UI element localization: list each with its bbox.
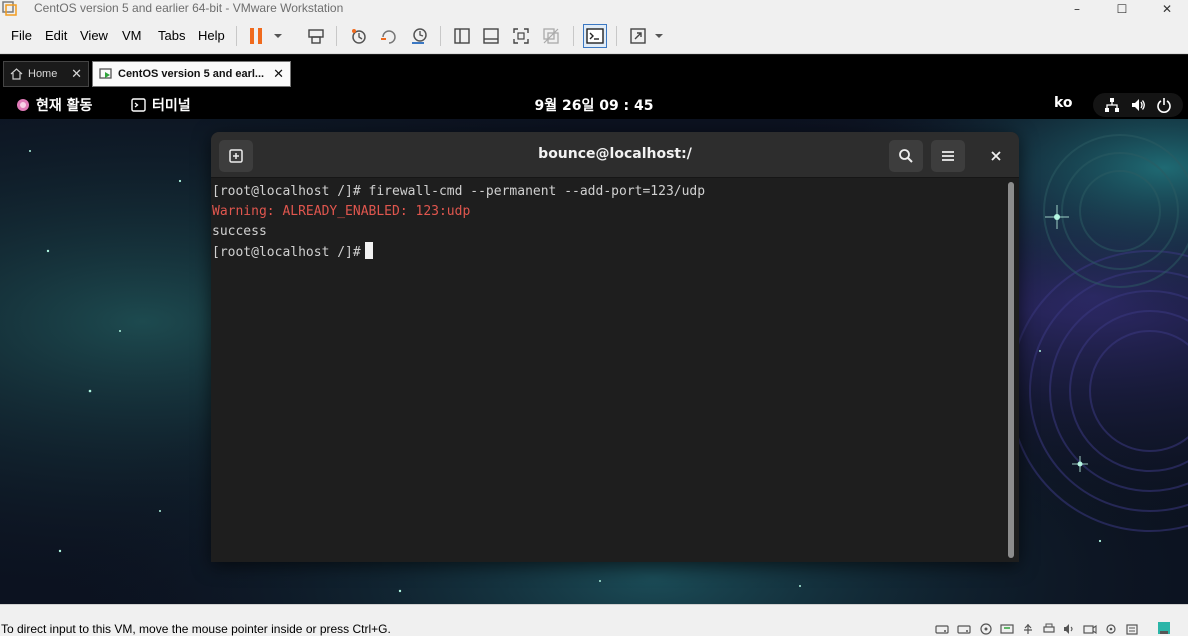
main-menu-button[interactable]: [931, 140, 965, 172]
tab-label: Home: [28, 68, 58, 80]
unity-button[interactable]: [539, 24, 563, 48]
terminal-output[interactable]: [root@localhost /]# firewall-cmd --perma…: [212, 182, 1002, 562]
close-icon: [991, 151, 1001, 161]
toolbar-divider: [336, 26, 337, 46]
stretch-dropdown[interactable]: [655, 34, 663, 38]
camera-icon[interactable]: [1083, 623, 1097, 635]
input-language-indicator[interactable]: ko: [1054, 95, 1073, 111]
printer-icon[interactable]: [1042, 623, 1056, 635]
volume-icon: [1132, 99, 1145, 111]
maximize-icon: ☐: [1116, 2, 1128, 16]
close-tab-icon[interactable]: ✕: [273, 66, 284, 82]
snapshot-manager-icon: [412, 28, 427, 44]
toolbar-divider: [573, 26, 574, 46]
console-view-button[interactable]: [583, 24, 607, 48]
console-view-icon: [586, 28, 604, 44]
snapshot-button[interactable]: [347, 24, 371, 48]
tab-label: CentOS version 5 and earl...: [118, 68, 265, 80]
minimize-icon: –: [1074, 2, 1080, 16]
library-icon: [454, 28, 470, 44]
send-ctrl-alt-del-button[interactable]: [304, 24, 328, 48]
stretch-guest-button[interactable]: [626, 24, 650, 48]
close-window-button[interactable]: ✕: [1144, 0, 1188, 18]
vm-guest-screen[interactable]: 현재 활동 터미널 9월 26일 09 : 45 ko bounce@local…: [0, 91, 1188, 604]
search-icon: [899, 149, 913, 163]
terminal-prompt-line: [root@localhost /]#: [212, 242, 1002, 262]
toolbar-divider: [236, 26, 237, 46]
pause-icon: [250, 28, 262, 44]
toolbar-divider: [616, 26, 617, 46]
snapshot-manager-button[interactable]: [407, 24, 431, 48]
snapshot-icon: [352, 29, 366, 44]
vm-icon: [99, 67, 112, 79]
revert-snapshot-button[interactable]: [377, 24, 401, 48]
window-title-bar: CentOS version 5 and earlier 64-bit - VM…: [0, 0, 1188, 18]
menu-edit[interactable]: Edit: [45, 28, 67, 43]
menu-tabs[interactable]: Tabs: [158, 28, 185, 43]
status-hint: To direct input to this VM, move the mou…: [1, 622, 391, 636]
network-adapter-icon[interactable]: [1000, 623, 1014, 635]
pause-dropdown[interactable]: [274, 34, 282, 38]
revert-snapshot-icon: [381, 30, 396, 44]
search-button[interactable]: [889, 140, 923, 172]
full-screen-icon: [513, 28, 529, 44]
text-cursor: [364, 242, 373, 259]
terminal-scrollbar[interactable]: [1008, 182, 1014, 558]
menu-view[interactable]: View: [80, 28, 108, 43]
power-icon: [1157, 98, 1171, 113]
usb-icon[interactable]: [1021, 623, 1035, 635]
display-icon[interactable]: [1104, 623, 1118, 635]
status-bar: To direct input to this VM, move the mou…: [0, 604, 1188, 636]
cd-dvd-icon[interactable]: [979, 623, 993, 635]
clock[interactable]: 9월 26일 09 : 45: [0, 95, 1188, 115]
home-icon: [10, 68, 23, 80]
terminal-header-bar[interactable]: bounce@localhost:/: [211, 132, 1019, 178]
tab-bar: Home ✕ CentOS version 5 and earl... ✕: [0, 55, 1188, 91]
minimize-button[interactable]: –: [1054, 0, 1100, 18]
terminal-line: [root@localhost /]# firewall-cmd --perma…: [212, 184, 706, 199]
toolbar-divider: [440, 26, 441, 46]
network-icon: [1105, 98, 1119, 112]
show-library-button[interactable]: [450, 24, 474, 48]
close-terminal-button[interactable]: [979, 140, 1013, 172]
pause-button[interactable]: [244, 24, 268, 48]
hamburger-menu-icon: [942, 151, 954, 161]
close-icon: ✕: [1161, 2, 1173, 16]
terminal-window[interactable]: bounce@localhost:/ [root@localhost /]# f…: [211, 132, 1019, 562]
window-title: CentOS version 5 and earlier 64-bit - VM…: [34, 1, 344, 15]
menu-toolbar: File Edit View VM Tabs Help: [0, 18, 1188, 54]
tab-home[interactable]: Home ✕: [3, 61, 89, 87]
terminal-prompt: [root@localhost /]#: [212, 245, 361, 260]
menu-vm[interactable]: VM: [122, 28, 142, 43]
close-tab-icon[interactable]: ✕: [71, 66, 82, 82]
gnome-top-bar: 현재 활동 터미널 9월 26일 09 : 45 ko: [0, 91, 1188, 119]
thumbnail-bar-button[interactable]: [479, 24, 503, 48]
system-menu[interactable]: [1093, 93, 1183, 117]
vmware-logo-icon: [2, 1, 17, 16]
vm-status-icon[interactable]: [1157, 621, 1171, 635]
stretch-icon: [630, 28, 646, 44]
tab-vm[interactable]: CentOS version 5 and earl... ✕: [92, 61, 291, 87]
menu-help[interactable]: Help: [198, 28, 225, 43]
menu-file[interactable]: File: [11, 28, 32, 43]
sound-icon[interactable]: [1062, 623, 1076, 635]
full-screen-button[interactable]: [509, 24, 533, 48]
hard-disk-icon[interactable]: [957, 623, 971, 635]
thumbnail-icon: [483, 28, 499, 44]
terminal-line: success: [212, 224, 267, 239]
unity-icon: [543, 28, 559, 44]
terminal-warning-line: Warning: ALREADY_ENABLED: 123:udp: [212, 204, 471, 219]
send-ctrl-alt-del-icon: [308, 29, 324, 44]
message-icon[interactable]: [1125, 623, 1139, 635]
maximize-button[interactable]: ☐: [1099, 0, 1145, 18]
hard-disk-icon[interactable]: [935, 623, 949, 635]
